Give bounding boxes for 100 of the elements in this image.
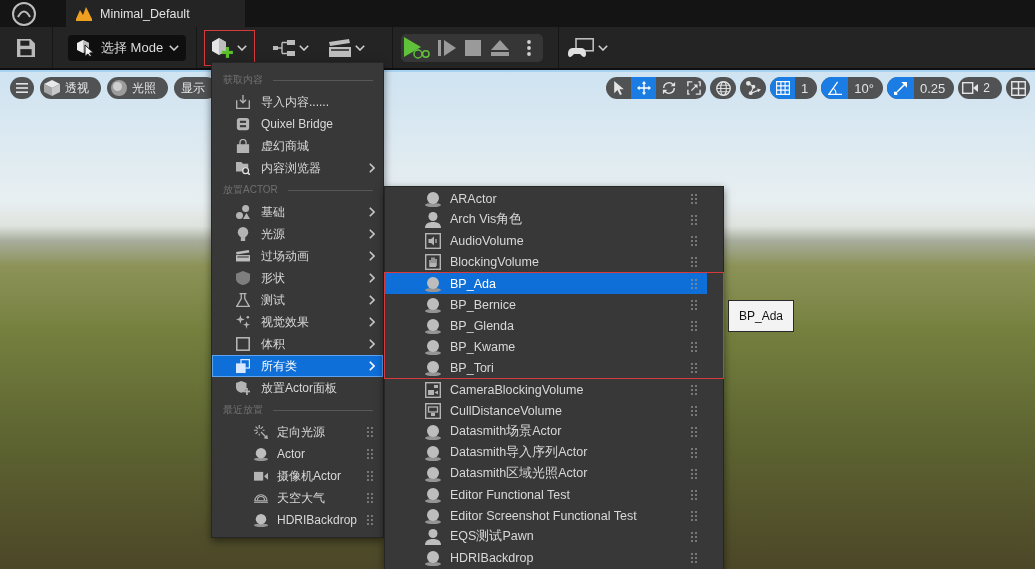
class-item[interactable]: ARActor (385, 188, 707, 209)
class-item[interactable]: Editor Screenshot Functional Test (385, 505, 707, 526)
class-item[interactable]: Editor Functional Test (385, 484, 707, 505)
rotate-icon (661, 81, 676, 95)
menu-item[interactable]: Actor (212, 443, 383, 465)
save-icon (17, 38, 35, 57)
drag-handle-icon (691, 278, 697, 289)
menu-icon (16, 83, 28, 93)
camera-box-icon (425, 381, 441, 398)
sphere-base-icon (425, 296, 441, 313)
menu-item[interactable]: 内容浏览器 (212, 157, 383, 179)
class-item[interactable]: BP_Kwame (385, 336, 707, 357)
menu-item[interactable]: 基础 (212, 201, 383, 223)
menu-item[interactable]: 放置Actor面板 (212, 377, 383, 399)
menu-item[interactable]: 虚幻商城 (212, 135, 383, 157)
menu-button[interactable] (10, 77, 34, 99)
snap-toggle-button[interactable] (821, 77, 849, 99)
class-item[interactable]: BlockingVolume (385, 251, 707, 272)
shield-icon (236, 271, 250, 285)
class-item[interactable]: Datasmith导入序列Actor (385, 442, 707, 463)
chevron-down-icon (355, 44, 365, 51)
snap-value-button[interactable]: 10° (848, 77, 883, 99)
drag-handle-icon (691, 447, 697, 458)
folder-search-icon (236, 161, 250, 175)
menu-item[interactable]: 视觉效果 (212, 311, 383, 333)
sphere-base-icon (425, 190, 441, 207)
menu-item[interactable]: Quixel Bridge (212, 113, 383, 135)
step-forward-icon (438, 39, 456, 56)
chevron-down-icon (169, 44, 180, 51)
cube-icon (44, 80, 60, 96)
drag-handle-icon (367, 427, 373, 437)
class-item[interactable]: Arch Vis角色 (385, 209, 707, 230)
layout-grid-icon (1010, 80, 1026, 96)
scale-icon (686, 81, 701, 95)
drag-handle-icon (691, 426, 697, 437)
bag-icon (236, 139, 250, 153)
drag-handle-icon (691, 510, 697, 521)
menu-item[interactable]: 测试 (212, 289, 383, 311)
class-item[interactable]: Datasmith区域光照Actor (385, 463, 707, 484)
globe-button[interactable] (710, 77, 737, 99)
hand-box-icon (425, 253, 441, 270)
menu-item[interactable]: 光源 (212, 223, 383, 245)
surface-snap-button[interactable] (740, 77, 767, 99)
perspective-button[interactable]: 透视 (40, 77, 101, 99)
class-item[interactable]: BP_Glenda (385, 315, 707, 336)
menu-item[interactable]: HDRIBackdrop (212, 509, 383, 531)
menu-item[interactable]: 摄像机Actor (212, 465, 383, 487)
menu-item[interactable]: 所有类 (212, 355, 383, 377)
sparkles-icon (236, 315, 250, 329)
class-item[interactable]: CameraBlockingVolume (385, 379, 707, 400)
drag-handle-icon (367, 515, 373, 525)
class-item[interactable]: BP_Ada (385, 273, 707, 294)
sphere-base-icon (425, 444, 441, 461)
drag-handle-icon (691, 552, 697, 563)
mode-button[interactable]: 选择 Mode (68, 34, 186, 61)
light-rays-icon (254, 425, 268, 439)
move-tool-button[interactable] (631, 77, 657, 99)
layout-button[interactable] (1006, 77, 1030, 99)
move-arrows-icon (636, 81, 651, 95)
snap-toggle-button[interactable] (770, 77, 796, 99)
class-item[interactable]: BP_Tori (385, 357, 707, 378)
class-item[interactable]: BP_Bernice (385, 294, 707, 315)
more-vertical-icon (527, 39, 531, 56)
class-item[interactable]: Datasmith场景Actor (385, 421, 707, 442)
drag-handle-icon (691, 320, 697, 331)
drag-handle-icon (691, 193, 697, 204)
diagonal-arrow-icon (894, 81, 907, 95)
menu-item[interactable]: 定向光源 (212, 421, 383, 443)
square-outline-icon (236, 337, 250, 351)
import-icon (236, 95, 250, 109)
grid-icon (775, 81, 790, 95)
surface-snap-icon (745, 80, 761, 96)
class-item[interactable]: EQS测试Pawn (385, 526, 707, 547)
sky-dome-icon (254, 492, 268, 504)
snap-value-button[interactable]: 1 (795, 77, 818, 99)
document-tab[interactable]: Minimal_Default (66, 0, 245, 27)
class-item[interactable]: AudioVolume (385, 230, 707, 251)
menu-item[interactable]: 天空大气 (212, 487, 383, 509)
globe-icon (715, 80, 731, 96)
eject-icon (491, 39, 509, 56)
menu-item[interactable]: 形状 (212, 267, 383, 289)
menu-item[interactable]: 过场动画 (212, 245, 383, 267)
person-icon (425, 211, 441, 228)
snap-value-button[interactable]: 0.25 (914, 77, 955, 99)
sphere-icon (111, 80, 127, 96)
class-item[interactable]: HDRIBackdrop (385, 547, 707, 568)
menu-item[interactable]: 体积 (212, 333, 383, 355)
class-item[interactable]: CullDistanceVolume (385, 400, 707, 421)
node-graph-icon (273, 39, 295, 56)
snap-toggle-button[interactable] (887, 77, 914, 99)
drag-handle-icon (691, 531, 697, 542)
chevron-down-icon (237, 44, 247, 51)
drag-handle-icon (691, 489, 697, 500)
camera-speed-button[interactable]: 2 (958, 77, 1002, 99)
stop-icon (465, 39, 481, 56)
sphere-base-icon (425, 338, 441, 355)
drag-handle-icon (691, 384, 697, 395)
flask-icon (236, 293, 250, 307)
lighting-button[interactable]: 光照 (107, 77, 168, 99)
bulb-icon (236, 227, 250, 241)
